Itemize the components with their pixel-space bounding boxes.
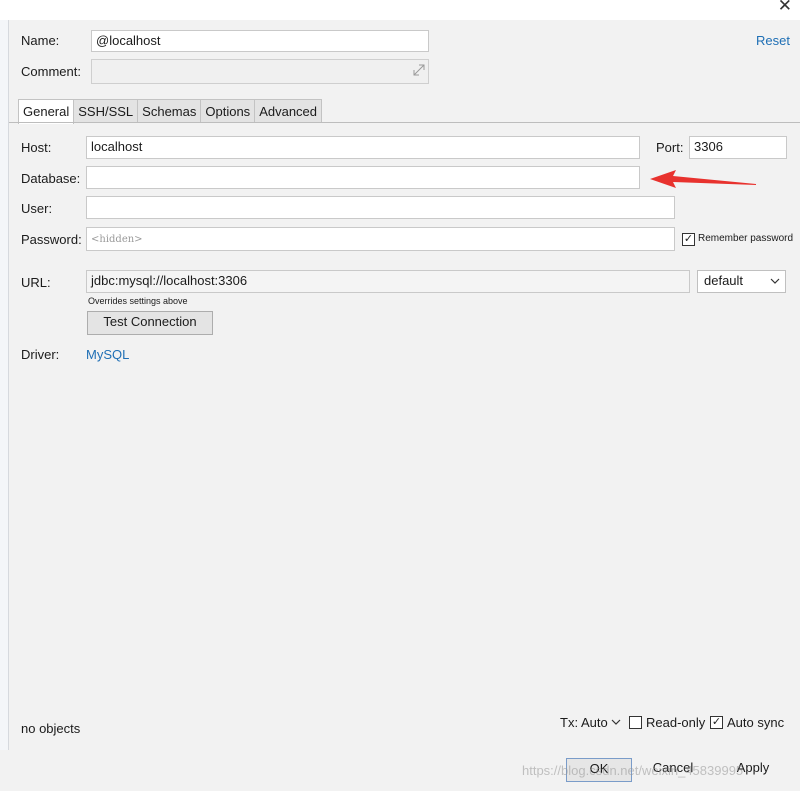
auto-sync-label: Auto sync (727, 715, 785, 730)
port-input[interactable]: 3306 (689, 136, 787, 159)
read-only-checkbox[interactable] (629, 716, 642, 729)
watermark: https://blog.csdn.net/weixin_45839995 (522, 763, 744, 778)
objects-status: no objects (21, 721, 81, 736)
url-mode-select[interactable]: default (697, 270, 786, 293)
tab-options[interactable]: Options (201, 99, 256, 123)
close-icon[interactable]: ✕ (778, 0, 792, 16)
tab-general[interactable]: General (18, 99, 75, 124)
tx-mode-dropdown[interactable]: Tx: Auto (560, 715, 621, 731)
password-label: Password: (21, 232, 82, 247)
chevron-down-icon (611, 715, 621, 730)
driver-label: Driver: (21, 347, 60, 362)
driver-link[interactable]: MySQL (86, 347, 129, 363)
tab-ssh-ssl[interactable]: SSH/SSL (74, 99, 139, 123)
title-bar (0, 0, 800, 20)
url-input[interactable]: jdbc:mysql://localhost:3306 (86, 270, 690, 293)
host-input[interactable]: localhost (86, 136, 640, 159)
database-input[interactable] (86, 166, 640, 189)
remember-password-label: Remember password (698, 233, 794, 244)
password-input[interactable]: <hidden> (86, 227, 675, 251)
tab-bar: General SSH/SSL Schemas Options Advanced (18, 99, 323, 124)
url-label: URL: (21, 275, 51, 290)
tab-divider (9, 122, 800, 123)
password-placeholder: <hidden> (91, 234, 143, 245)
chevron-down-icon (770, 271, 780, 297)
auto-sync-checkbox[interactable]: ✓ (710, 716, 723, 729)
test-connection-button[interactable]: Test Connection (87, 311, 213, 335)
comment-label: Comment: (21, 64, 81, 79)
tx-mode-label: Tx: Auto (560, 715, 608, 730)
reset-link[interactable]: Reset (756, 33, 790, 49)
host-label: Host: (21, 140, 52, 155)
tab-advanced[interactable]: Advanced (255, 99, 323, 123)
red-annotation-arrow (646, 168, 758, 190)
port-label: Port: (656, 140, 684, 155)
tab-schemas[interactable]: Schemas (138, 99, 202, 123)
expand-icon[interactable] (412, 63, 426, 77)
user-label: User: (21, 201, 53, 216)
url-mode-value: default (704, 273, 744, 288)
name-input[interactable]: @localhost (91, 30, 429, 52)
read-only-label: Read-only (646, 715, 706, 730)
user-input[interactable] (86, 196, 675, 219)
remember-password-checkbox[interactable]: ✓ (682, 233, 695, 246)
url-hint: Overrides settings above (88, 296, 188, 306)
name-label: Name: (21, 33, 60, 48)
database-label: Database: (21, 171, 81, 186)
comment-input[interactable] (91, 59, 429, 84)
left-panel-edge (0, 20, 9, 750)
